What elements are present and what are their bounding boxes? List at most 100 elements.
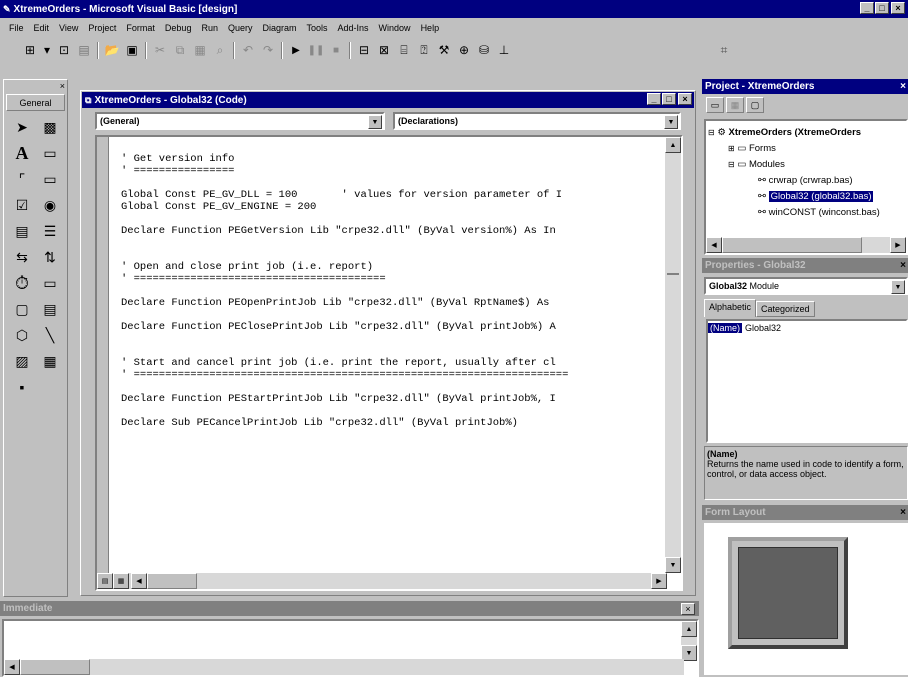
frame-tool-icon[interactable]: ⌜ xyxy=(10,168,34,190)
immediate-vscrollbar[interactable]: ▲ ▼ xyxy=(681,621,697,661)
paste-icon[interactable]: ▦ xyxy=(190,41,210,60)
properties-object-combo[interactable]: Global32 Module ▼ xyxy=(704,277,908,295)
procedure-combo[interactable]: (Declarations) ▼ xyxy=(393,112,681,130)
code-line[interactable] xyxy=(121,405,661,417)
end-icon[interactable]: ■ xyxy=(326,41,346,60)
tab-categorized[interactable]: Categorized xyxy=(756,301,815,317)
immediate-close-button[interactable]: × xyxy=(681,603,695,615)
timer-tool-icon[interactable]: ⏱ xyxy=(10,272,34,294)
procedure-view-icon[interactable]: ▤ xyxy=(97,573,113,589)
add-module-icon[interactable]: ⊡ xyxy=(54,41,74,60)
scroll-left-arrow-icon[interactable]: ◀ xyxy=(131,573,147,589)
copy-icon[interactable]: ⧉ xyxy=(170,41,190,60)
vertical-scrollbar[interactable]: ▲ ▼ xyxy=(665,137,681,573)
code-line[interactable] xyxy=(121,237,661,249)
code-line[interactable] xyxy=(121,333,661,345)
object-combo-arrow-icon[interactable]: ▼ xyxy=(368,115,382,129)
properties-close-icon[interactable]: × xyxy=(900,260,906,271)
optionbutton-tool-icon[interactable]: ◉ xyxy=(38,194,62,216)
menu-help[interactable]: Help xyxy=(416,23,445,33)
code-line[interactable] xyxy=(121,345,661,357)
view-object-icon[interactable]: ▦ xyxy=(726,97,744,113)
code-line[interactable] xyxy=(121,309,661,321)
full-module-view-icon[interactable]: ▦ xyxy=(113,573,129,589)
scroll-up-arrow-icon[interactable]: ▲ xyxy=(665,137,681,153)
add-icon[interactable]: ⊥ xyxy=(494,41,514,60)
data-view-icon[interactable]: ⊕ xyxy=(454,41,474,60)
code-line[interactable]: ' ======================================… xyxy=(121,273,661,285)
menu-view[interactable]: View xyxy=(54,23,83,33)
tree-module-item-selected[interactable]: ⚯ Global32 (global32.bas) xyxy=(708,188,906,204)
toolbox-close-icon[interactable]: × xyxy=(60,81,65,91)
tree-module-item[interactable]: ⚯ crwrap (crwrap.bas) xyxy=(708,172,906,188)
immediate-scroll-up-icon[interactable]: ▲ xyxy=(681,621,697,637)
code-minimize-button[interactable]: _ xyxy=(647,93,661,105)
redo-icon[interactable]: ↷ xyxy=(258,41,278,60)
undo-icon[interactable]: ↶ xyxy=(238,41,258,60)
project-close-icon[interactable]: × xyxy=(900,81,906,92)
form-layout-canvas[interactable] xyxy=(704,523,908,675)
code-line[interactable]: Global Const PE_GV_DLL = 100 ' values fo… xyxy=(121,189,661,201)
save-icon[interactable]: ▣ xyxy=(122,41,142,60)
code-line[interactable]: ' ================ xyxy=(121,165,661,177)
menu-window[interactable]: Window xyxy=(374,23,416,33)
property-row[interactable]: (Name) Global32 xyxy=(708,321,906,335)
add-project-icon[interactable]: ⊞ xyxy=(20,41,40,60)
find-icon[interactable]: ⌕ xyxy=(210,41,230,60)
ole-tool-icon[interactable]: ▪ xyxy=(10,376,34,398)
hscrollbar-tool-icon[interactable]: ⇆ xyxy=(10,246,34,268)
menu-editor-icon[interactable]: ▤ xyxy=(74,41,94,60)
code-editor[interactable]: ' Get version info ' ================ Glob… xyxy=(95,135,683,591)
maximize-button[interactable]: □ xyxy=(875,2,889,14)
code-line[interactable]: ' Get version info xyxy=(121,153,661,165)
code-line[interactable] xyxy=(121,285,661,297)
project-scroll-left-icon[interactable]: ◀ xyxy=(706,237,722,253)
menu-file[interactable]: File xyxy=(4,23,29,33)
tree-root[interactable]: ⊟ ⚙ XtremeOrders (XtremeOrders xyxy=(708,124,906,140)
immediate-scroll-thumb[interactable] xyxy=(20,659,90,675)
cut-icon[interactable]: ✂ xyxy=(150,41,170,60)
horizontal-scrollbar[interactable]: ▤ ▦ ◀ ▶ xyxy=(97,573,667,589)
filelistbox-tool-icon[interactable]: ▤ xyxy=(38,298,62,320)
code-line[interactable] xyxy=(121,177,661,189)
form-layout-close-icon[interactable]: × xyxy=(900,507,906,518)
code-line[interactable]: ' Start and cancel print job (i.e. print… xyxy=(121,357,661,369)
code-line[interactable] xyxy=(121,381,661,393)
menu-project[interactable]: Project xyxy=(83,23,121,33)
tab-alphabetic[interactable]: Alphabetic xyxy=(704,299,757,317)
combobox-tool-icon[interactable]: ▤ xyxy=(10,220,34,242)
code-line[interactable]: Global Const PE_GV_ENGINE = 200 xyxy=(121,201,661,213)
listbox-tool-icon[interactable]: ☰ xyxy=(38,220,62,242)
margin-indicator-bar[interactable] xyxy=(97,137,109,577)
object-combo[interactable]: (General) ▼ xyxy=(95,112,385,130)
immediate-hscrollbar[interactable]: ◀ xyxy=(4,659,684,675)
visual-component-icon[interactable]: ⛁ xyxy=(474,41,494,60)
code-line[interactable]: Declare Function PEStartPrintJob Lib "cr… xyxy=(121,393,661,405)
menu-format[interactable]: Format xyxy=(121,23,160,33)
code-line[interactable] xyxy=(121,249,661,261)
code-line[interactable]: Declare Function PEGetVersion Lib "crpe3… xyxy=(121,225,661,237)
project-scroll-thumb[interactable] xyxy=(722,237,862,253)
code-line[interactable]: Declare Function PEClosePrintJob Lib "cr… xyxy=(121,321,661,333)
project-scroll-right-icon[interactable]: ▶ xyxy=(890,237,906,253)
menu-diagram[interactable]: Diagram xyxy=(257,23,301,33)
project-explorer-icon[interactable]: ⊟ xyxy=(354,41,374,60)
menu-add-ins[interactable]: Add-Ins xyxy=(333,23,374,33)
code-line[interactable]: ' Open and close print job (i.e. report) xyxy=(121,261,661,273)
break-icon[interactable]: ❚❚ xyxy=(306,41,326,60)
close-button[interactable]: × xyxy=(891,2,905,14)
checkbox-tool-icon[interactable]: ☑ xyxy=(10,194,34,216)
label-tool-icon[interactable]: A xyxy=(10,142,34,164)
code-line[interactable]: Declare Sub PECancelPrintJob Lib "crpe32… xyxy=(121,417,661,429)
scroll-right-arrow-icon[interactable]: ▶ xyxy=(651,573,667,589)
properties-window-icon[interactable]: ⊠ xyxy=(374,41,394,60)
data-tool-icon[interactable]: ▦ xyxy=(38,350,62,372)
menu-query[interactable]: Query xyxy=(223,23,258,33)
object-browser-icon[interactable]: ⍰ xyxy=(414,41,434,60)
immediate-scroll-left-icon[interactable]: ◀ xyxy=(4,659,20,675)
start-icon[interactable]: ▶ xyxy=(286,41,306,60)
menu-tools[interactable]: Tools xyxy=(302,23,333,33)
dirlistbox-tool-icon[interactable]: ▢ xyxy=(10,298,34,320)
pointer-tool-icon[interactable]: ➤ xyxy=(10,116,34,138)
split-bar[interactable] xyxy=(667,273,679,275)
